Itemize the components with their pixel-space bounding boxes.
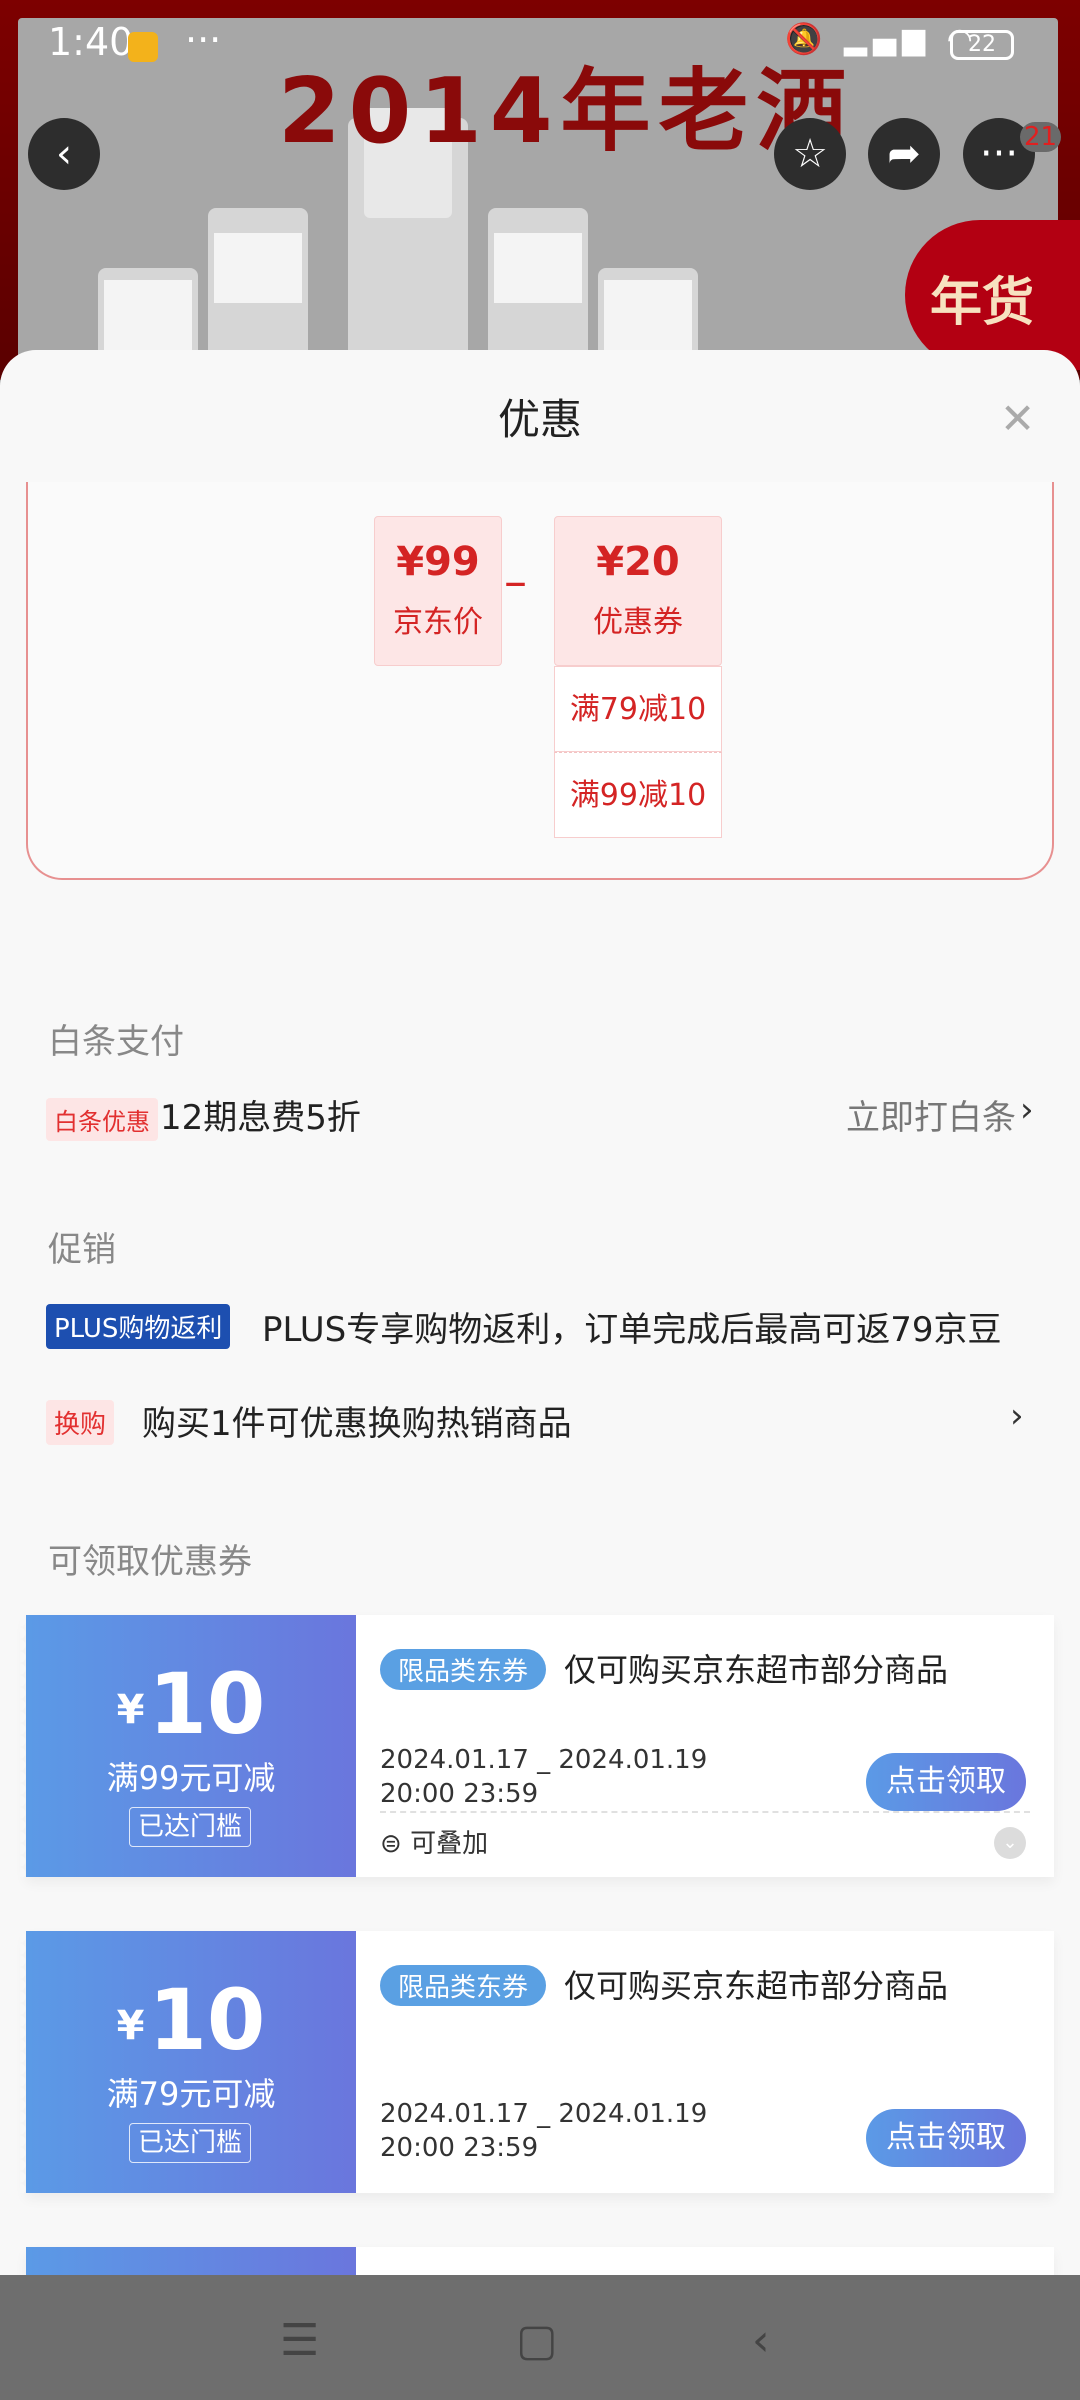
chevron-right-icon[interactable]: › — [1010, 1396, 1024, 1436]
close-icon[interactable]: ✕ — [1000, 394, 1035, 443]
coupon-date-range: 2024.01.17 _ 2024.01.19 — [380, 1745, 708, 1775]
coupon-rule: 满79减10 — [554, 666, 722, 752]
home-icon[interactable]: ▢ — [516, 2315, 558, 2366]
coupon-amount: ¥10 — [116, 1655, 266, 1753]
coupon-date-range: 2024.01.17 _ 2024.01.19 — [380, 2099, 708, 2129]
coupon-amount-panel — [26, 2247, 356, 2275]
chevron-right-icon[interactable]: › — [1020, 1090, 1034, 1130]
coupon-description: 仅可购买京东超市部分商品 — [564, 1651, 949, 1689]
coupon-time-range: 20:00 23:59 — [380, 2133, 539, 2163]
more-notifications-icon: ··· — [185, 18, 222, 62]
swap-chip: 换购 — [46, 1400, 115, 1445]
plus-chip: PLUS购物返利 — [46, 1304, 231, 1349]
expand-icon[interactable]: ⌄ — [994, 1827, 1026, 1859]
share-button[interactable]: ➦ — [868, 118, 940, 190]
threshold-met-badge: 已达门槛 — [129, 1807, 251, 1847]
jd-price-value: ¥99 — [396, 539, 480, 585]
star-icon: ☆ — [792, 131, 828, 177]
notification-count-badge: 21 — [1020, 122, 1062, 152]
jd-price-box: ¥99 京东价 — [374, 516, 502, 666]
claim-coupon-button[interactable]: 点击领取 — [866, 2109, 1026, 2167]
coupon-amount-panel: ¥10 满79元可减 已达门槛 — [20, 1931, 356, 2193]
discount-sheet: 优惠 ✕ ¥99 京东价 – ¥20 优惠券 满79减10 满99减10 白条支… — [0, 350, 1080, 2275]
threshold-met-badge: 已达门槛 — [129, 2123, 251, 2163]
battery-icon: 22 — [950, 30, 1014, 60]
back-button[interactable]: ‹ — [28, 118, 100, 190]
baitiao-heading: 白条支付 — [48, 1022, 184, 1062]
baitiao-action[interactable]: 立即打白条 — [846, 1090, 1016, 1139]
coupon-card — [26, 2247, 1054, 2275]
stackable-label: ⊜ 可叠加 — [380, 1829, 489, 1859]
baitiao-text: 12期息费5折 — [160, 1098, 361, 1138]
clock: 1:40 — [48, 20, 134, 64]
coupon-amount: ¥10 — [116, 1971, 266, 2069]
status-bar: 1:40 ··· 🔕 ▂▄▆ ◠ 22 — [0, 0, 1080, 90]
back-icon[interactable]: ‹ — [752, 2315, 770, 2366]
swap-text[interactable]: 购买1件可优惠换购热销商品 — [142, 1396, 572, 1445]
coupon-type-tag: 限品类东券 — [380, 1649, 547, 1690]
favorite-button[interactable]: ☆ — [774, 118, 846, 190]
coupon-price-box: ¥20 优惠券 — [554, 516, 722, 666]
system-nav-bar: ☰ ▢ ‹ — [0, 2275, 1080, 2400]
coupon-description: 仅可购买京东超市部分商品 — [564, 1967, 949, 2005]
coupon-type-tag: 限品类东券 — [380, 1965, 547, 2006]
stack-icon: ⊜ — [380, 1829, 411, 1859]
coupon-time-range: 20:00 23:59 — [380, 1779, 539, 1809]
claim-coupon-button[interactable]: 点击领取 — [866, 1753, 1026, 1811]
coupon-label: 优惠券 — [593, 605, 683, 640]
coupon-value: ¥20 — [596, 539, 680, 585]
price-calculation-box — [26, 482, 1054, 880]
baitiao-chip: 白条优惠 — [46, 1098, 158, 1141]
plus-text: PLUS专享购物返利，订单完成后最高可返79京豆 — [262, 1310, 1002, 1350]
coupon-rule: 满99减10 — [554, 752, 722, 838]
chevron-left-icon: ‹ — [56, 131, 72, 177]
promo-heading: 促销 — [48, 1230, 116, 1270]
coupons-heading: 可领取优惠券 — [48, 1542, 252, 1582]
coupon-card: ¥10 满79元可减 已达门槛 限品类东券 仅可购买京东超市部分商品 2024.… — [20, 1931, 1054, 2193]
coupon-amount-panel: ¥10 满99元可减 已达门槛 — [20, 1615, 356, 1877]
menu-icon[interactable]: ☰ — [280, 2315, 319, 2366]
more-dots-icon: ··· — [979, 131, 1019, 177]
minus-sign: – — [504, 554, 527, 608]
coupon-card: ¥10 满99元可减 已达门槛 限品类东券 仅可购买京东超市部分商品 2024.… — [20, 1615, 1054, 1877]
jd-price-label: 京东价 — [393, 605, 483, 640]
coupon-condition: 满79元可减 — [106, 2075, 276, 2113]
share-icon: ➦ — [887, 131, 921, 177]
app-notification-icon — [128, 32, 158, 62]
sheet-title: 优惠 — [497, 395, 582, 444]
coupon-condition: 满99元可减 — [106, 1759, 276, 1797]
